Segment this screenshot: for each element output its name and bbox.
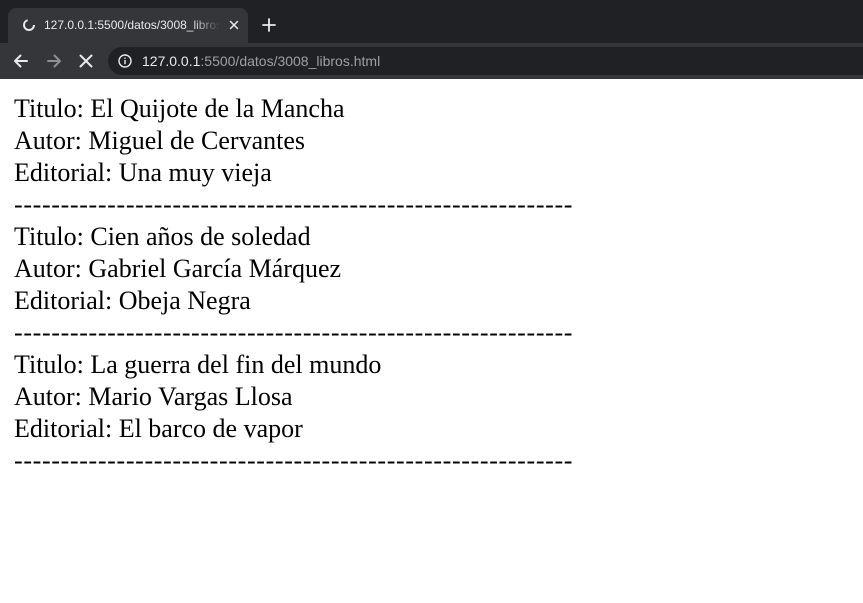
separator-line: ----------------------------------------… xyxy=(14,446,574,475)
book-author: Autor: Miguel de Cervantes xyxy=(14,126,305,155)
book-publisher: Editorial: Una muy vieja xyxy=(14,158,272,187)
info-icon[interactable] xyxy=(118,54,132,68)
book-author: Autor: Gabriel García Márquez xyxy=(14,254,342,283)
arrow-left-icon[interactable] xyxy=(11,51,31,71)
arrow-right-icon[interactable] xyxy=(44,51,64,71)
book-title: Titulo: Cien años de soledad xyxy=(14,222,311,251)
book-entry: Titulo: El Quijote de la Mancha Autor: M… xyxy=(14,93,863,221)
book-entry: Titulo: La guerra del fin del mundo Auto… xyxy=(14,349,863,477)
book-publisher: Editorial: El barco de vapor xyxy=(14,414,303,443)
separator-line: ----------------------------------------… xyxy=(14,318,574,347)
tab-strip: 127.0.0.1:5500/datos/3008_libros.html xyxy=(0,0,863,43)
book-publisher: Editorial: Obeja Negra xyxy=(14,286,251,315)
book-list: Titulo: El Quijote de la Mancha Autor: M… xyxy=(0,79,863,477)
loading-spinner-icon xyxy=(23,19,35,31)
book-entry: Titulo: Cien años de soledad Autor: Gabr… xyxy=(14,221,863,349)
page-content: Titulo: El Quijote de la Mancha Autor: M… xyxy=(0,79,863,603)
url-text: 127.0.0.1:5500/datos/3008_libros.html xyxy=(142,47,380,75)
url-host: 127.0.0.1 xyxy=(142,53,201,69)
stop-x-icon[interactable] xyxy=(76,51,96,71)
address-bar[interactable]: 127.0.0.1:5500/datos/3008_libros.html xyxy=(108,47,863,75)
book-author: Autor: Mario Vargas Llosa xyxy=(14,382,293,411)
tab-title: 127.0.0.1:5500/datos/3008_libros.html xyxy=(44,18,220,32)
url-path: :5500/datos/3008_libros.html xyxy=(200,53,381,69)
separator-line: ----------------------------------------… xyxy=(14,190,574,219)
browser-window: 127.0.0.1:5500/datos/3008_libros.html xyxy=(0,0,863,603)
book-title: Titulo: La guerra del fin del mundo xyxy=(14,350,382,379)
browser-toolbar: 127.0.0.1:5500/datos/3008_libros.html xyxy=(0,43,863,79)
close-icon[interactable] xyxy=(226,17,242,33)
book-title: Titulo: El Quijote de la Mancha xyxy=(14,94,345,123)
new-tab-plus-icon[interactable] xyxy=(260,16,278,34)
browser-tab[interactable]: 127.0.0.1:5500/datos/3008_libros.html xyxy=(8,8,248,43)
